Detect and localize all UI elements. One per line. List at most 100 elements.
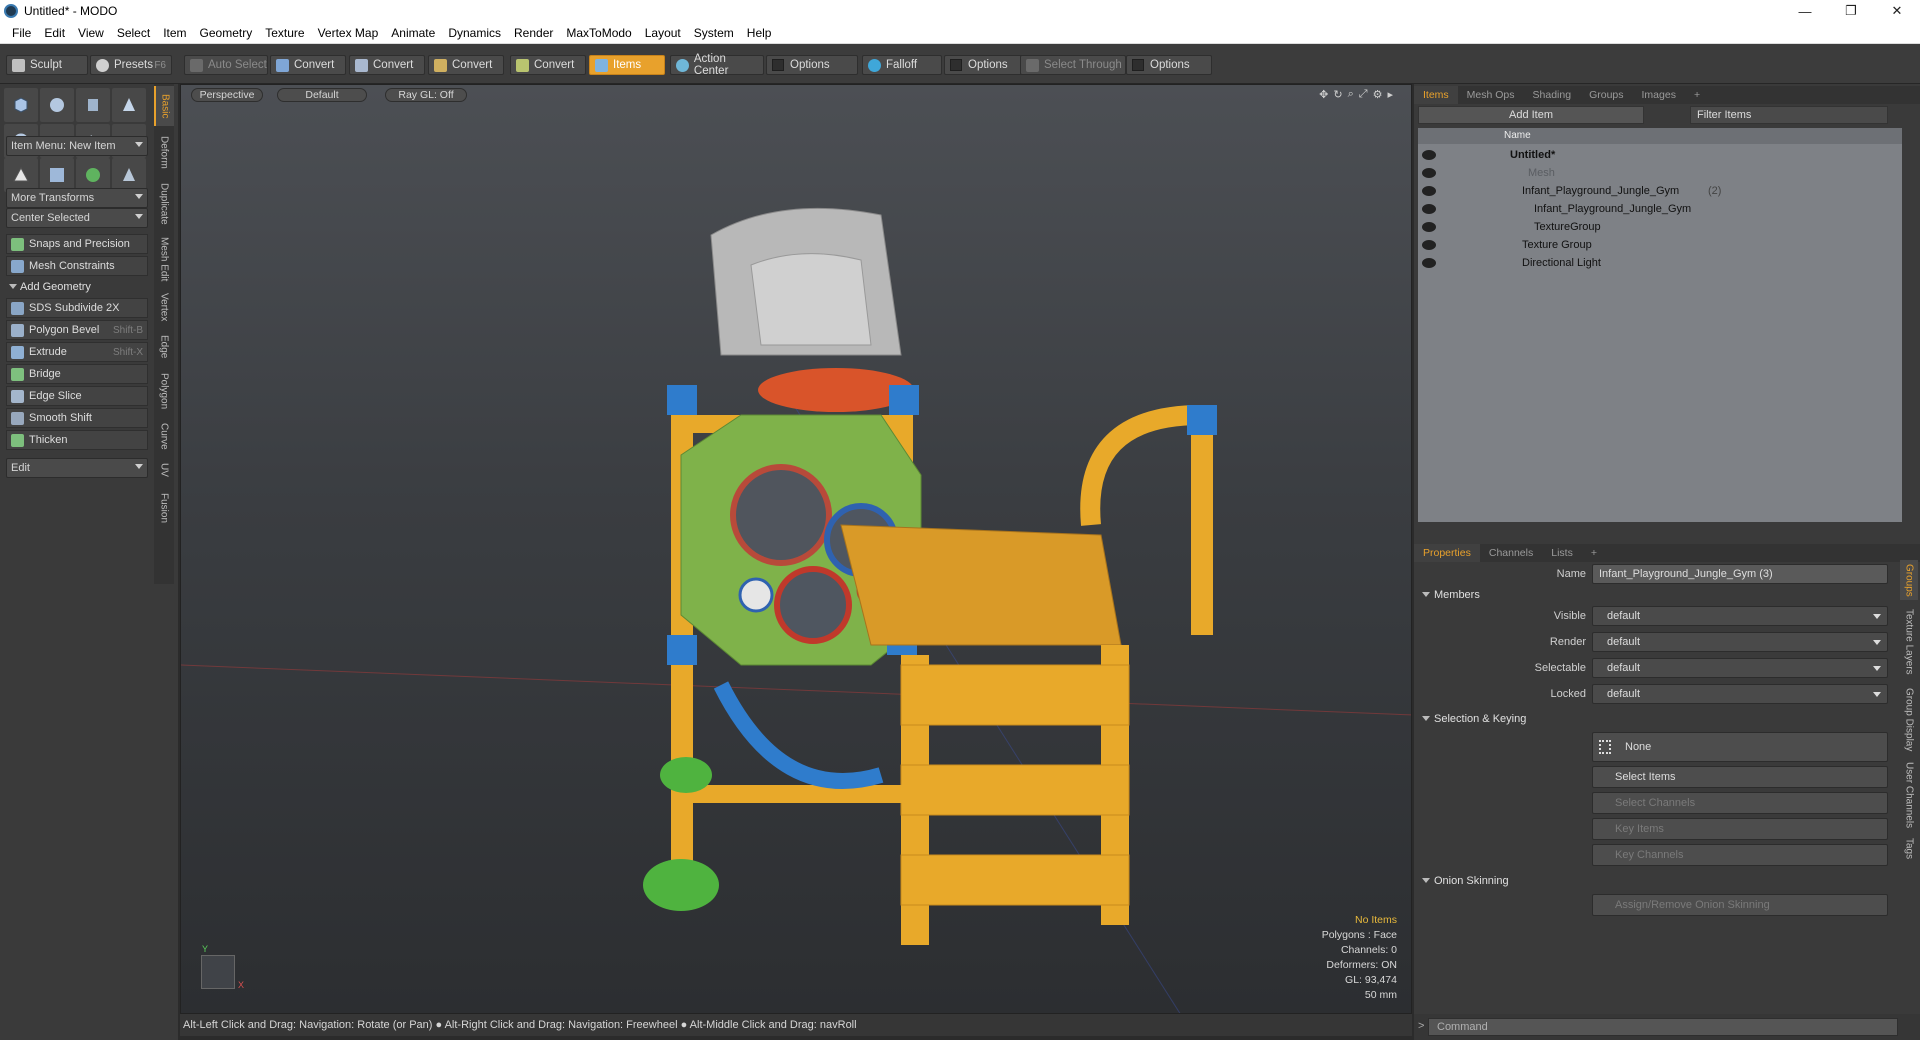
add-item-button[interactable]: Add Item	[1418, 106, 1644, 124]
key-items-button[interactable]: Key Items	[1592, 818, 1888, 840]
mesh-constraints-button[interactable]: Mesh Constraints	[6, 256, 148, 276]
tab-shading[interactable]: Shading	[1524, 86, 1581, 104]
menu-system[interactable]: System	[694, 26, 734, 40]
add-geometry-section[interactable]: Add Geometry	[6, 278, 148, 296]
visible-dropdown[interactable]: default	[1592, 606, 1888, 626]
command-input[interactable]: Command	[1428, 1018, 1898, 1036]
tab-basic[interactable]: Basic	[154, 86, 174, 126]
edit-dropdown[interactable]: Edit	[6, 458, 148, 478]
move-icon[interactable]	[4, 158, 38, 192]
minimize-button[interactable]: —	[1782, 0, 1828, 22]
options-button-1[interactable]: Options	[766, 55, 858, 75]
list-item[interactable]: Infant_Playground_Jungle_Gym	[1418, 200, 1902, 218]
items-mode-button[interactable]: Items	[589, 55, 665, 75]
eye-icon[interactable]	[1422, 186, 1436, 196]
tab-mesh-edit[interactable]: Mesh Edit	[154, 234, 174, 284]
onion-skinning-section[interactable]: Onion Skinning	[1420, 872, 1910, 890]
menu-help[interactable]: Help	[747, 26, 772, 40]
tab-polygon[interactable]: Polygon	[154, 368, 174, 414]
auto-select-button[interactable]: Auto Select	[184, 55, 268, 75]
select-through-button[interactable]: Select Through	[1020, 55, 1126, 75]
list-item[interactable]: Infant_Playground_Jungle_Gym (2)	[1418, 182, 1902, 200]
menu-layout[interactable]: Layout	[645, 26, 681, 40]
tab-duplicate[interactable]: Duplicate	[154, 178, 174, 230]
tool-sds-subdivide[interactable]: SDS Subdivide 2X	[6, 298, 148, 318]
locked-dropdown[interactable]: default	[1592, 684, 1888, 704]
menu-texture[interactable]: Texture	[265, 26, 304, 40]
tool-smooth-shift[interactable]: Smooth Shift	[6, 408, 148, 428]
tab-uv[interactable]: UV	[154, 458, 174, 482]
selection-set-none[interactable]: None	[1592, 732, 1888, 762]
add-tab-icon[interactable]: +	[1685, 86, 1709, 104]
menu-file[interactable]: File	[12, 26, 31, 40]
sphere-icon[interactable]	[40, 88, 74, 122]
convert-vertices-button[interactable]: Convert	[270, 55, 346, 75]
cylinder-icon[interactable]	[76, 88, 110, 122]
tab-user-channels[interactable]: User Channels	[1900, 760, 1918, 830]
convert-polygons-button[interactable]: Convert	[428, 55, 504, 75]
tab-vertex[interactable]: Vertex	[154, 288, 174, 326]
tool-extrude[interactable]: Extrude Shift-X	[6, 342, 148, 362]
tab-images[interactable]: Images	[1633, 86, 1685, 104]
menu-view[interactable]: View	[78, 26, 104, 40]
tab-edge[interactable]: Edge	[154, 330, 174, 364]
add-tab-icon[interactable]: +	[1582, 544, 1606, 562]
eye-icon[interactable]	[1422, 150, 1436, 160]
menu-select[interactable]: Select	[117, 26, 150, 40]
filter-items-input[interactable]: Filter Items	[1690, 106, 1888, 124]
tab-items[interactable]: Items	[1414, 86, 1458, 104]
tab-deform[interactable]: Deform	[154, 130, 174, 174]
menu-dynamics[interactable]: Dynamics	[448, 26, 501, 40]
tab-groups[interactable]: Groups	[1580, 86, 1632, 104]
action-center-button[interactable]: Action Center	[670, 53, 764, 77]
tab-texture-layers[interactable]: Texture Layers	[1900, 604, 1918, 680]
close-button[interactable]: ✕	[1874, 0, 1920, 22]
presets-button[interactable]: Presets F6	[90, 55, 172, 75]
assign-onion-button[interactable]: Assign/Remove Onion Skinning	[1592, 894, 1888, 916]
name-field[interactable]: Infant_Playground_Jungle_Gym (3)	[1592, 564, 1888, 584]
falloff-button[interactable]: Falloff	[862, 55, 942, 75]
eye-icon[interactable]	[1422, 168, 1436, 178]
tab-groups-vertical[interactable]: Groups	[1900, 560, 1918, 600]
selection-keying-section[interactable]: Selection & Keying	[1420, 710, 1910, 728]
select-items-button[interactable]: Select Items	[1592, 766, 1888, 788]
cube-icon[interactable]	[4, 88, 38, 122]
3d-viewport[interactable]: Perspective Default Ray GL: Off ✥ ↻ ⌕ ⤢ …	[180, 84, 1412, 1014]
options-checkbox-2[interactable]	[950, 59, 962, 71]
list-item[interactable]: Mesh	[1418, 164, 1902, 182]
list-item[interactable]: TextureGroup	[1418, 218, 1902, 236]
tab-tags[interactable]: Tags	[1900, 834, 1918, 864]
tool-edge-slice[interactable]: Edge Slice	[6, 386, 148, 406]
item-menu-dropdown[interactable]: Item Menu: New Item	[6, 136, 148, 156]
eye-icon[interactable]	[1422, 204, 1436, 214]
list-item[interactable]: Directional Light	[1418, 254, 1902, 272]
tool-thicken[interactable]: Thicken	[6, 430, 148, 450]
rotate-icon[interactable]	[76, 158, 110, 192]
tab-group-display[interactable]: Group Display	[1900, 684, 1918, 756]
tab-lists[interactable]: Lists	[1542, 544, 1582, 562]
eye-icon[interactable]	[1422, 258, 1436, 268]
list-item[interactable]: Untitled*	[1418, 146, 1902, 164]
options-button-3[interactable]: Options	[1126, 55, 1212, 75]
list-item[interactable]: Texture Group	[1418, 236, 1902, 254]
menu-vertex-map[interactable]: Vertex Map	[318, 26, 379, 40]
selectable-dropdown[interactable]: default	[1592, 658, 1888, 678]
convert-edges-button[interactable]: Convert	[349, 55, 425, 75]
select-channels-button[interactable]: Select Channels	[1592, 792, 1888, 814]
menu-geometry[interactable]: Geometry	[200, 26, 253, 40]
key-channels-button[interactable]: Key Channels	[1592, 844, 1888, 866]
tool-polygon-bevel[interactable]: Polygon Bevel Shift-B	[6, 320, 148, 340]
menu-maxtomodo[interactable]: MaxToModo	[566, 26, 631, 40]
tab-curve[interactable]: Curve	[154, 418, 174, 454]
center-selected-dropdown[interactable]: Center Selected	[6, 208, 148, 228]
snaps-precision-button[interactable]: Snaps and Precision	[6, 234, 148, 254]
menu-edit[interactable]: Edit	[44, 26, 65, 40]
eye-icon[interactable]	[1422, 240, 1436, 250]
grid-icon[interactable]	[40, 158, 74, 192]
tab-mesh-ops[interactable]: Mesh Ops	[1458, 86, 1524, 104]
tab-properties[interactable]: Properties	[1414, 544, 1480, 562]
cone-icon[interactable]	[112, 88, 146, 122]
render-dropdown[interactable]: default	[1592, 632, 1888, 652]
options-button-2[interactable]: Options	[944, 55, 1026, 75]
sculpt-button[interactable]: Sculpt	[6, 55, 88, 75]
